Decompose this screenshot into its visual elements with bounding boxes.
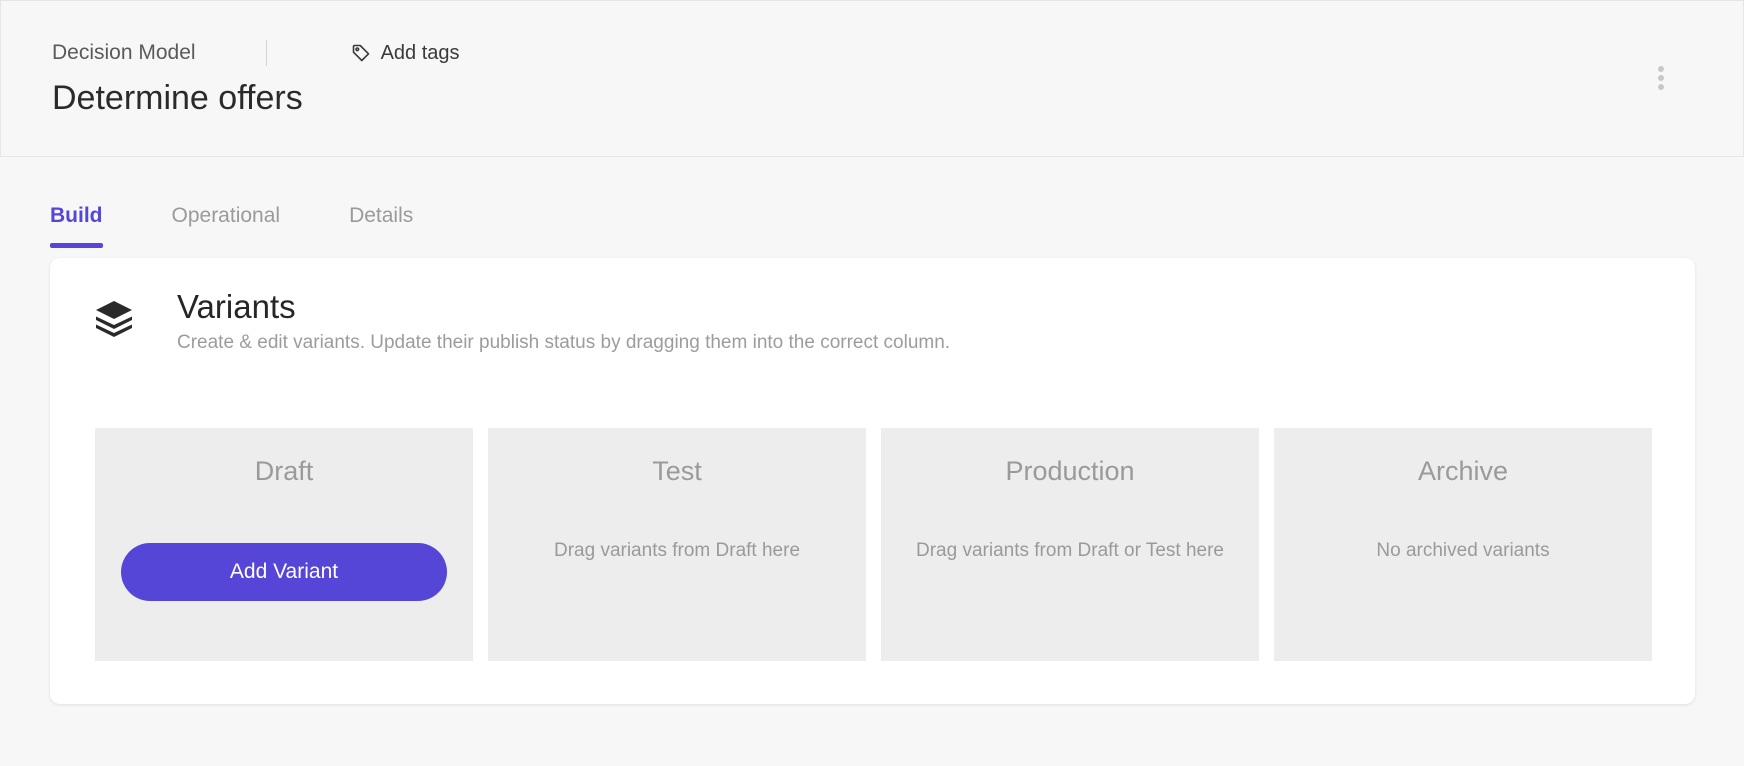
add-tags-button[interactable]: Add tags [351, 42, 460, 65]
section-title: Variants [177, 288, 296, 325]
column-hint: Drag variants from Draft or Test here [916, 540, 1224, 561]
add-tags-label: Add tags [380, 41, 460, 64]
tab-operational[interactable]: Operational [172, 204, 281, 248]
column-hint: No archived variants [1376, 540, 1550, 561]
column-test[interactable]: Test Drag variants from Draft here [488, 428, 866, 661]
page-title: Determine offers [52, 79, 303, 117]
tab-bar: Build Operational Details [50, 204, 413, 248]
breadcrumb-divider [265, 40, 267, 66]
column-hint: Drag variants from Draft here [553, 540, 801, 561]
model-type-label: Decision Model [52, 41, 196, 64]
tag-icon [351, 43, 371, 63]
column-archive[interactable]: Archive No archived variants [1274, 428, 1652, 661]
tab-build[interactable]: Build [50, 204, 103, 248]
page-header: Decision Model Add tags Determine offers [0, 0, 1744, 157]
layers-icon [94, 298, 134, 338]
variants-card: Variants Create & edit variants. Update … [50, 258, 1695, 704]
column-production[interactable]: Production Drag variants from Draft or T… [881, 428, 1259, 661]
column-draft[interactable]: Draft Add Variant [95, 428, 473, 661]
column-title: Test [652, 456, 702, 486]
breadcrumb: Decision Model Add tags [52, 39, 460, 67]
column-title: Archive [1417, 456, 1509, 486]
status-columns: Draft Add Variant Test Drag variants fro… [95, 428, 1652, 661]
section-subtitle: Create & edit variants. Update their pub… [177, 332, 951, 353]
column-title: Draft [254, 456, 314, 486]
add-variant-button[interactable]: Add Variant [121, 543, 447, 601]
column-title: Production [1005, 456, 1135, 486]
tab-details[interactable]: Details [349, 204, 413, 248]
more-vertical-icon[interactable] [1651, 63, 1671, 93]
